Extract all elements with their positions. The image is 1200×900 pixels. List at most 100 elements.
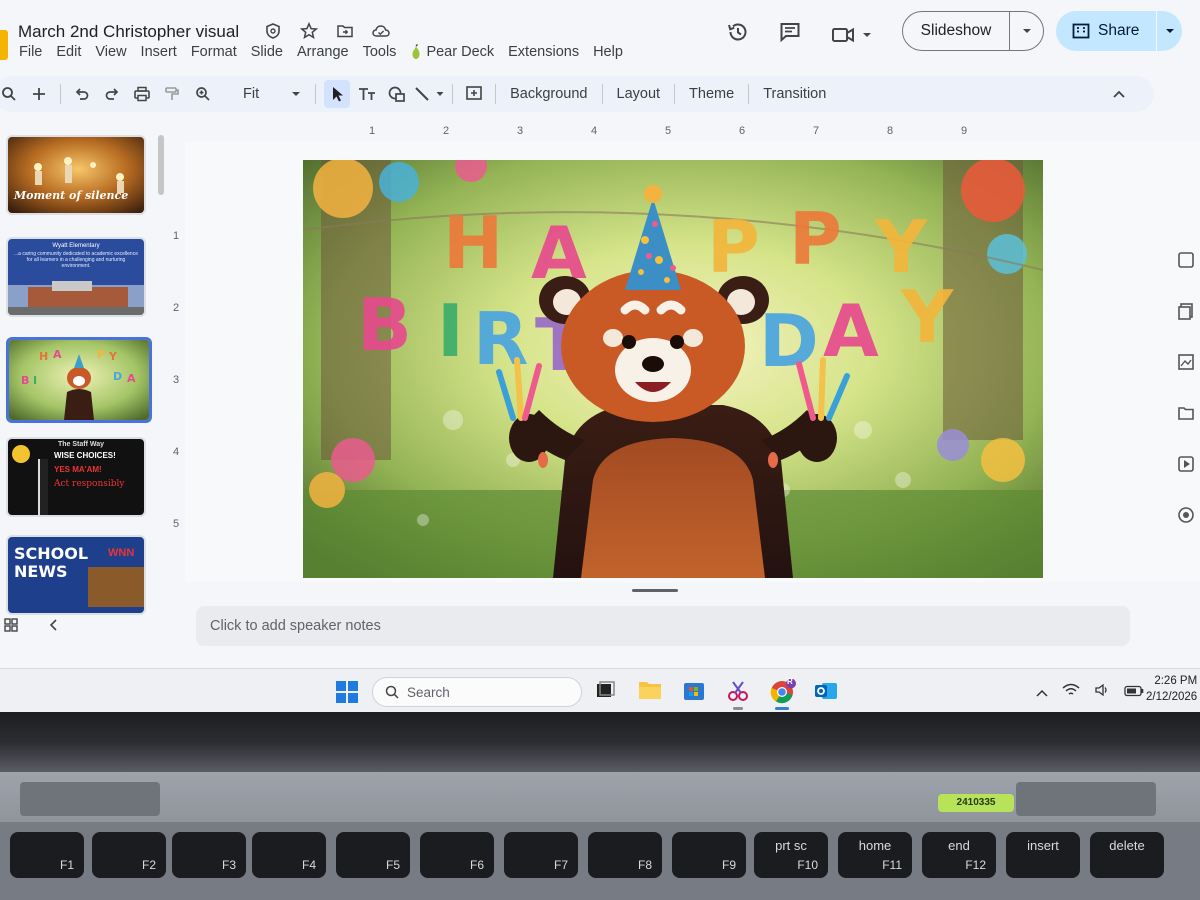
building-icon: [1072, 23, 1090, 39]
slideshow-button[interactable]: Slideshow: [902, 11, 1044, 51]
slide-thumbnail-1[interactable]: Moment of silence: [6, 135, 146, 215]
move-to-folder-icon[interactable]: [334, 20, 356, 42]
keyboard-key[interactable]: F5: [336, 832, 410, 878]
svg-text:H: H: [39, 350, 48, 363]
menu-help[interactable]: Help: [593, 44, 623, 60]
current-slide[interactable]: H A P P Y B I R T H D A Y: [303, 160, 1043, 578]
grid-view-icon[interactable]: [4, 618, 18, 637]
cloud-saved-icon[interactable]: [370, 20, 392, 42]
ruler-tick-label: 8: [887, 125, 894, 137]
side-panel-icon[interactable]: [1176, 250, 1200, 275]
zoom-select[interactable]: Fit: [195, 80, 301, 108]
banner-letter: Y: [900, 275, 954, 359]
line-tool-icon[interactable]: [414, 80, 444, 108]
meet-icon[interactable]: [830, 24, 872, 46]
comments-icon[interactable]: [778, 20, 802, 49]
transition-button[interactable]: Transition: [755, 86, 834, 102]
collapse-filmstrip-chevron-icon[interactable]: [48, 618, 58, 637]
keyboard-key[interactable]: insert: [1006, 832, 1080, 878]
keyboard-key[interactable]: F9: [672, 832, 746, 878]
search-menus-icon[interactable]: [0, 80, 22, 108]
thumb-4-line-3: Act responsibly: [54, 479, 125, 489]
file-explorer-icon[interactable]: [638, 679, 662, 703]
text-box-icon[interactable]: [354, 80, 380, 108]
keyboard-key[interactable]: prt sc F10: [754, 832, 828, 878]
birthday-red-panda-image[interactable]: H A P P Y B I R T H D A Y: [303, 160, 1043, 578]
menu-pear-deck[interactable]: Pear Deck: [410, 44, 494, 60]
keyboard-key[interactable]: end F12: [922, 832, 996, 878]
chrome-icon[interactable]: R: [770, 677, 796, 710]
side-panel-icon[interactable]: [1176, 301, 1200, 326]
slide-thumbnail-4[interactable]: The Staff Way WISE CHOICES! YES MA'AM! A…: [6, 437, 146, 517]
slide-thumbnail-2[interactable]: Wyatt Elementary ...a caring community d…: [6, 237, 146, 317]
volume-icon[interactable]: [1094, 683, 1110, 702]
undo-icon[interactable]: [69, 80, 95, 108]
menu-slide[interactable]: Slide: [251, 44, 283, 60]
keyboard-key[interactable]: F4: [252, 832, 326, 878]
keyboard-key[interactable]: delete: [1090, 832, 1164, 878]
keyboard-key[interactable]: F3: [172, 832, 246, 878]
slideshow-options-chevron-icon[interactable]: [1010, 27, 1043, 35]
filmstrip-scrollbar[interactable]: [158, 135, 164, 195]
slide-thumbnail-5[interactable]: SCHOOL NEWS WNN: [6, 535, 146, 615]
thumb-4-line-2: YES MA'AM!: [54, 465, 102, 474]
keyboard-key[interactable]: F2: [92, 832, 166, 878]
menu-file[interactable]: File: [19, 44, 42, 60]
side-panel-icon[interactable]: [1176, 352, 1200, 377]
keyboard-key[interactable]: F8: [588, 832, 662, 878]
taskbar-clock[interactable]: 2:26 PM 2/12/2026: [1146, 673, 1197, 705]
side-panel-icon[interactable]: [1176, 454, 1200, 479]
key-label: insert: [1027, 838, 1059, 853]
doc-title[interactable]: March 2nd Christopher visual: [18, 22, 239, 42]
share-button[interactable]: Share: [1056, 11, 1182, 51]
background-button[interactable]: Background: [502, 86, 595, 102]
security-icon[interactable]: [262, 20, 284, 42]
collapse-menus-chevron-up-icon[interactable]: [1106, 80, 1132, 108]
side-panel-icon[interactable]: [1176, 505, 1200, 530]
paint-format-icon[interactable]: [159, 80, 185, 108]
select-tool-icon[interactable]: [324, 80, 351, 108]
add-comment-icon[interactable]: [461, 80, 487, 108]
print-icon[interactable]: [129, 80, 155, 108]
shape-tool-icon[interactable]: [384, 80, 410, 108]
menu-view[interactable]: View: [95, 44, 126, 60]
task-view-icon[interactable]: [594, 679, 618, 703]
menu-extensions[interactable]: Extensions: [508, 44, 579, 60]
keyboard-key[interactable]: home F11: [838, 832, 912, 878]
version-history-icon[interactable]: [726, 20, 750, 49]
keyboard-key[interactable]: F6: [420, 832, 494, 878]
windows-start-icon[interactable]: [336, 681, 358, 708]
key-fn-label: F4: [301, 858, 316, 872]
menu-edit[interactable]: Edit: [56, 44, 81, 60]
new-slide-icon[interactable]: [26, 80, 52, 108]
outlook-icon[interactable]: [814, 679, 838, 703]
menu-arrange[interactable]: Arrange: [297, 44, 349, 60]
layout-button[interactable]: Layout: [609, 86, 669, 102]
notes-resize-handle[interactable]: [632, 589, 678, 592]
svg-text:Y: Y: [108, 350, 118, 363]
theme-button[interactable]: Theme: [681, 86, 742, 102]
wifi-icon[interactable]: [1062, 683, 1080, 702]
keyboard-key[interactable]: F7: [504, 832, 578, 878]
redo-icon[interactable]: [99, 80, 125, 108]
slides-logo-icon[interactable]: [0, 30, 8, 60]
chrome-profile-badge: R: [787, 677, 793, 686]
share-options-chevron-icon[interactable]: [1157, 27, 1182, 35]
show-hidden-icons-chevron-icon[interactable]: [1036, 684, 1048, 702]
side-panel-icon[interactable]: [1176, 403, 1200, 428]
slide-thumbnail-3[interactable]: HAPY BIDA: [6, 337, 152, 423]
star-icon[interactable]: [298, 20, 320, 42]
snipping-tool-icon[interactable]: [726, 679, 750, 710]
filmstrip-footer: [4, 618, 58, 637]
speaker-notes-field[interactable]: Click to add speaker notes: [196, 606, 1130, 646]
menu-tools[interactable]: Tools: [363, 44, 397, 60]
taskbar-search[interactable]: Search: [372, 677, 582, 707]
menu-insert[interactable]: Insert: [141, 44, 177, 60]
menu-format[interactable]: Format: [191, 44, 237, 60]
keyboard-key[interactable]: F1: [10, 832, 84, 878]
battery-icon[interactable]: [1124, 684, 1144, 702]
asset-tag-sticker: 2410335: [938, 794, 1014, 812]
chevron-down-icon: [292, 92, 301, 96]
microsoft-store-icon[interactable]: [682, 679, 706, 703]
slide-stage: H A P P Y B I R T H D A Y: [185, 142, 1200, 582]
